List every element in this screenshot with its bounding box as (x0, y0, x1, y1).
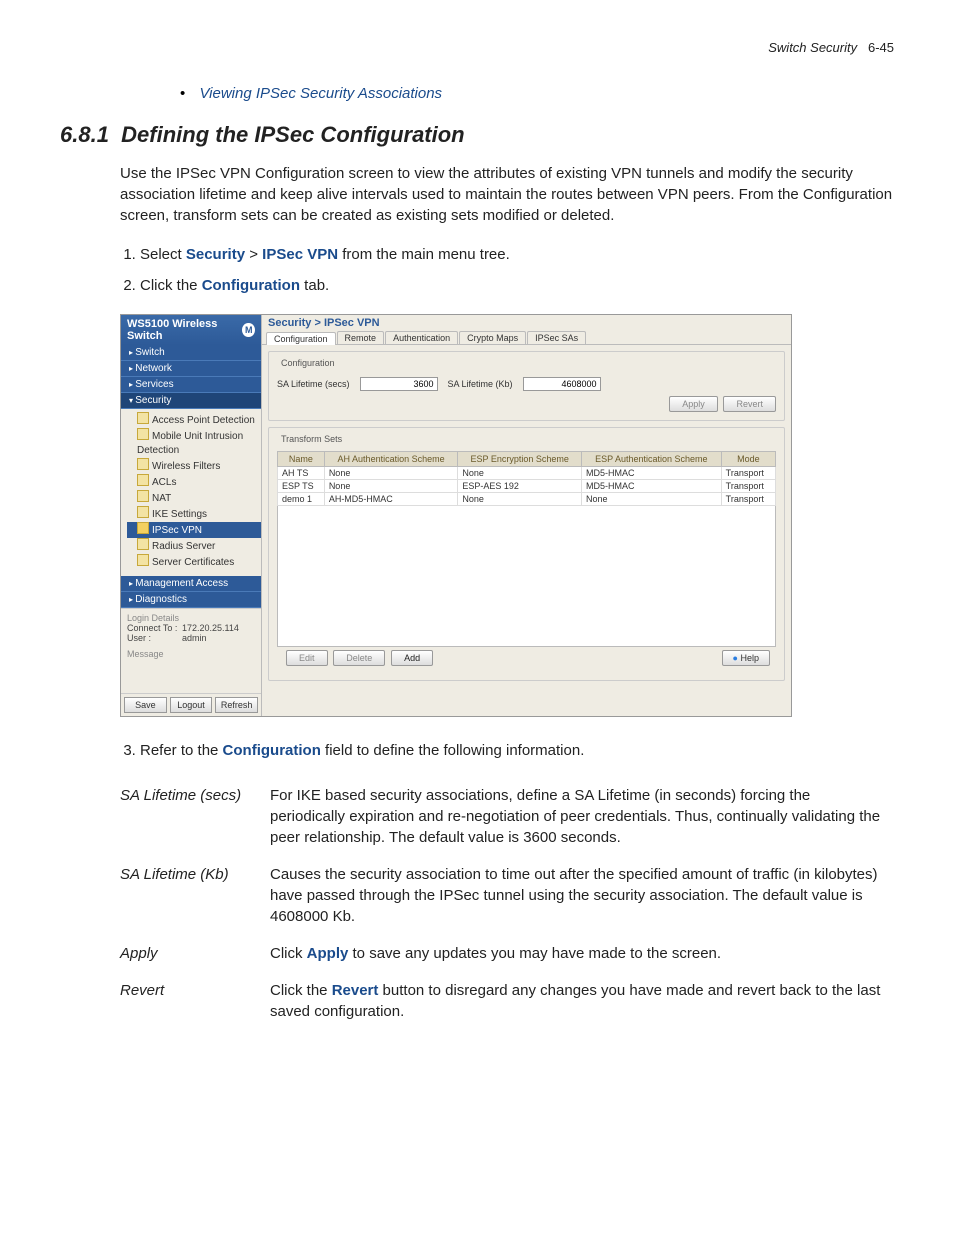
tab-authentication[interactable]: Authentication (385, 331, 458, 344)
page-header: Switch Security 6-45 (60, 40, 894, 55)
col-esp-enc[interactable]: ESP Encryption Scheme (458, 452, 582, 467)
chapter-name: Switch Security (768, 40, 857, 55)
sidebar-footer-buttons: Save Logout Refresh (121, 693, 261, 716)
edit-button[interactable]: Edit (286, 650, 328, 666)
def-desc: For IKE based security associations, def… (270, 779, 894, 858)
transform-sets-panel: Transform Sets Name AH Authentication Sc… (268, 427, 785, 681)
table-row[interactable]: ESP TSNoneESP-AES 192MD5-HMACTransport (278, 480, 776, 493)
nav-network[interactable]: Network (121, 361, 261, 377)
tree-ipsec-vpn[interactable]: IPSec VPN (127, 522, 261, 538)
save-button[interactable]: Save (124, 697, 167, 713)
tab-crypto-maps[interactable]: Crypto Maps (459, 331, 526, 344)
page-number: 6-45 (868, 40, 894, 55)
delete-button[interactable]: Delete (333, 650, 385, 666)
step-2: Click the Configuration tab. (140, 272, 894, 299)
tree-access-point-detection[interactable]: Access Point Detection (127, 412, 261, 428)
transform-sets-table: Name AH Authentication Scheme ESP Encryp… (277, 451, 776, 506)
def-term: Revert (120, 974, 270, 1032)
tree-acls[interactable]: ACLs (127, 474, 261, 490)
security-tree: Access Point Detection Mobile Unit Intru… (121, 409, 261, 576)
table-row[interactable]: AH TSNoneNoneMD5-HMACTransport (278, 467, 776, 480)
tree-mobile-unit-intrusion[interactable]: Mobile Unit Intrusion Detection (127, 428, 261, 458)
def-desc: Causes the security association to time … (270, 858, 894, 937)
step-3: Refer to the Configuration field to defi… (140, 737, 894, 764)
screenshot-ipsec-config: WS5100 Wireless Switch M Switch Network … (120, 314, 792, 717)
tab-bar: Configuration Remote Authentication Cryp… (262, 331, 791, 345)
nav-switch[interactable]: Switch (121, 345, 261, 361)
tree-radius-server[interactable]: Radius Server (127, 538, 261, 554)
sa-lifetime-kb-input[interactable] (523, 377, 601, 391)
def-term: SA Lifetime (secs) (120, 779, 270, 858)
link-viewing-ipsec-sa[interactable]: Viewing IPSec Security Associations (199, 85, 442, 102)
section-heading: 6.8.1 Defining the IPSec Configuration (60, 122, 894, 148)
def-desc: Click the Revert button to disregard any… (270, 974, 894, 1032)
def-term: SA Lifetime (Kb) (120, 858, 270, 937)
steps-list-cont: Refer to the Configuration field to defi… (120, 737, 894, 764)
revert-button[interactable]: Revert (723, 396, 776, 412)
tree-ike-settings[interactable]: IKE Settings (127, 506, 261, 522)
nav-diagnostics[interactable]: Diagnostics (121, 592, 261, 608)
main-nav-lower: Management Access Diagnostics (121, 576, 261, 608)
intro-paragraph: Use the IPSec VPN Configuration screen t… (120, 163, 894, 226)
col-ah-auth[interactable]: AH Authentication Scheme (324, 452, 458, 467)
add-button[interactable]: Add (391, 650, 433, 666)
sa-lifetime-secs-input[interactable] (360, 377, 438, 391)
product-title-bar: WS5100 Wireless Switch M (121, 315, 261, 345)
nav-services[interactable]: Services (121, 377, 261, 393)
sa-lifetime-secs-label: SA Lifetime (secs) (277, 379, 350, 389)
toc-link-row: • Viewing IPSec Security Associations (180, 85, 894, 102)
bullet-icon: • (180, 85, 185, 102)
nav-security[interactable]: Security (121, 393, 261, 409)
apply-button[interactable]: Apply (669, 396, 718, 412)
def-term: Apply (120, 937, 270, 974)
tree-wireless-filters[interactable]: Wireless Filters (127, 458, 261, 474)
tab-ipsec-sas[interactable]: IPSec SAs (527, 331, 586, 344)
help-button[interactable]: Help (722, 650, 770, 666)
col-name[interactable]: Name (278, 452, 325, 467)
breadcrumb: Security > IPSec VPN (262, 315, 791, 331)
table-row[interactable]: demo 1AH-MD5-HMACNoneNoneTransport (278, 493, 776, 506)
main-nav: Switch Network Services Security (121, 345, 261, 409)
nav-management-access[interactable]: Management Access (121, 576, 261, 592)
def-desc: Click Apply to save any updates you may … (270, 937, 894, 974)
sa-lifetime-kb-label: SA Lifetime (Kb) (448, 379, 513, 389)
tab-remote[interactable]: Remote (337, 331, 385, 344)
col-mode[interactable]: Mode (721, 452, 775, 467)
motorola-logo-icon: M (242, 323, 255, 337)
tree-server-certificates[interactable]: Server Certificates (127, 554, 261, 570)
transform-sets-empty-area (277, 506, 776, 647)
definitions-table: SA Lifetime (secs) For IKE based securit… (120, 779, 894, 1032)
tree-nat[interactable]: NAT (127, 490, 261, 506)
col-esp-auth[interactable]: ESP Authentication Scheme (581, 452, 721, 467)
refresh-button[interactable]: Refresh (215, 697, 258, 713)
steps-list: Select Security > IPSec VPN from the mai… (120, 241, 894, 299)
tab-configuration[interactable]: Configuration (266, 332, 336, 345)
logout-button[interactable]: Logout (170, 697, 213, 713)
configuration-panel: Configuration SA Lifetime (secs) SA Life… (268, 351, 785, 421)
login-details: Login Details Connect To :172.20.25.114 … (121, 608, 261, 693)
step-1: Select Security > IPSec VPN from the mai… (140, 241, 894, 268)
